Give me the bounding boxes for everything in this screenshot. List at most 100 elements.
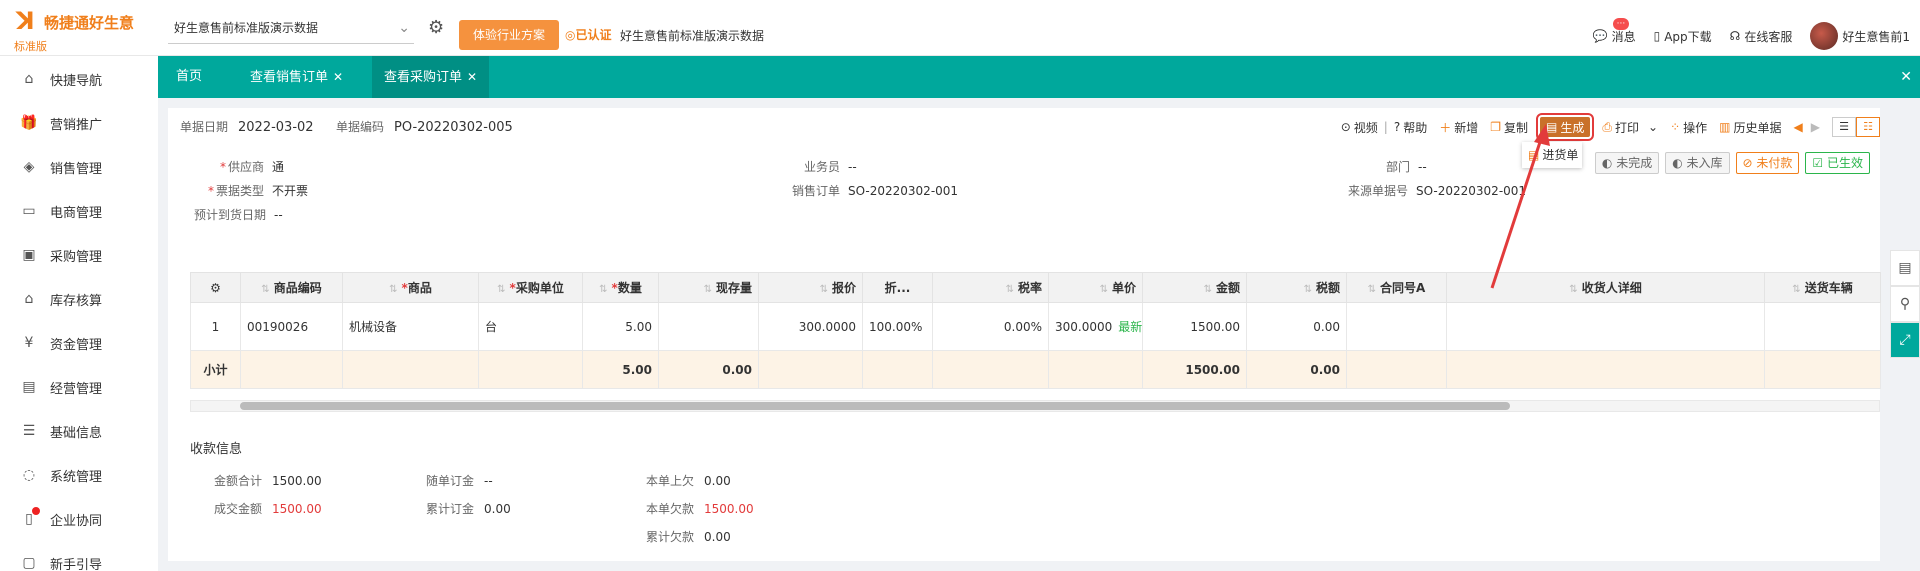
total-amount: 金额合计 1500.00 (214, 474, 322, 488)
status-badge-unpaid: ⊘ 未付款 (1735, 152, 1800, 174)
generate-button[interactable]: ▤ 生成 (1536, 113, 1595, 141)
sidebar-item-funds[interactable]: ¥ 资金管理 (0, 328, 158, 358)
col-amount[interactable]: ⇅ 金额 (1142, 272, 1247, 303)
generate-dropdown: ▤ 进货单 (1522, 142, 1582, 168)
tab-home[interactable]: 首页 (164, 56, 214, 98)
sales-order-field[interactable]: 销售订单 SO-20220302-001 (792, 182, 958, 199)
prev-arrow-icon[interactable]: ◀ (1794, 120, 1803, 134)
sidebar-item-quick-nav[interactable]: ⌂ 快捷导航 (0, 64, 158, 94)
sidebar-item-inventory[interactable]: ⌂ 库存核算 (0, 284, 158, 314)
video-button[interactable]: ⊙ 视频 (1341, 119, 1378, 136)
tab-bar: 首页 查看销售订单 ✕ 查看采购订单 ✕ ✕ (158, 56, 1920, 98)
cell-tax[interactable]: 0.00 (1246, 302, 1347, 351)
sidebar-item-collab[interactable]: ▯ 企业协同 (0, 504, 158, 534)
sidebar-item-guide[interactable]: ▢ 新手引导 (0, 548, 158, 571)
col-price[interactable]: ⇅ 单价 (1048, 272, 1143, 303)
sidebar-item-ecommerce[interactable]: ▭ 电商管理 (0, 196, 158, 226)
cell-product[interactable]: 机械设备 (342, 302, 479, 351)
supplier-field[interactable]: * 供应商通 (220, 158, 284, 175)
copy-icon: ❐ (1490, 120, 1502, 134)
sidebar-item-basic-info[interactable]: ☰ 基础信息 (0, 416, 158, 446)
sidebar-item-business[interactable]: ▤ 经营管理 (0, 372, 158, 402)
gear-icon[interactable]: ⚙ (428, 18, 444, 38)
next-arrow-icon[interactable]: ▶ (1811, 120, 1820, 134)
arrival-date-field[interactable]: 预计到货日期 -- (194, 206, 283, 223)
gift-icon: 🎁 (20, 115, 38, 131)
col-contract[interactable]: ⇅ 合同号A (1346, 272, 1447, 303)
close-icon[interactable]: ✕ (333, 70, 343, 84)
certified-badge: ◎已认证 (565, 28, 612, 42)
cell-amount[interactable]: 1500.00 (1142, 302, 1247, 351)
print-button[interactable]: ⎙ 打印 ⌄ (1602, 119, 1658, 136)
new-button[interactable]: ＋新增 (1439, 119, 1478, 136)
history-button[interactable]: ▥ 历史单据 (1719, 119, 1781, 136)
cell-discount[interactable]: 100.00% (862, 302, 933, 351)
sidebar-item-purchase[interactable]: ▣ 采购管理 (0, 240, 158, 270)
link-icon[interactable]: ⚲ (1890, 286, 1920, 322)
salesman-field[interactable]: 业务员 -- (804, 158, 857, 175)
detail-view-icon[interactable]: ☷ (1856, 117, 1880, 137)
user-menu[interactable]: 好生意售前1 (1810, 22, 1910, 50)
latest-price-link[interactable]: 最新 (1118, 320, 1141, 334)
table-row[interactable]: 1 00190026 机械设备 台 5.00 300.0000 100.00% … (190, 302, 1881, 351)
form-icon[interactable]: ▤ (1890, 250, 1920, 286)
table-header-row: ⚙ ⇅ 商品编码 ⇅ *商品 ⇅ *采购单位 ⇅ *数量 ⇅ 现存量 ⇅ 报价 折... ⇅… (190, 272, 1881, 303)
user-name: 好生意售前1 (1842, 29, 1910, 44)
generate-item-purchase-receipt[interactable]: 进货单 (1542, 148, 1578, 162)
messages-button[interactable]: 💬 ··· 消息 (1593, 17, 1636, 45)
circle-icon: ◐ (1601, 156, 1617, 170)
close-all-tabs-icon[interactable]: ✕ (1900, 56, 1912, 98)
cell-unit[interactable]: 台 (478, 302, 583, 351)
cell-quantity[interactable]: 5.00 (582, 302, 659, 351)
operate-button[interactable]: ⁘ 操作 (1670, 119, 1707, 136)
cell-receiver[interactable] (1446, 302, 1765, 351)
play-icon: ⊙ (1340, 120, 1351, 134)
notification-dot (32, 507, 40, 515)
sidebar-item-marketing[interactable]: 🎁 营销推广 (0, 108, 158, 138)
home-icon: ⌂ (24, 71, 34, 87)
horizontal-scrollbar[interactable] (240, 402, 1510, 410)
help-icon: ? (1393, 120, 1401, 134)
subtotal-quantity: 5.00 (582, 350, 659, 389)
copy-button[interactable]: ❐ 复制 (1490, 119, 1528, 136)
cell-vehicle[interactable] (1764, 302, 1881, 351)
col-unit[interactable]: ⇅ *采购单位 (478, 272, 583, 303)
toolbar: ⊙ 视频 | ? 帮助 ＋新增 ❐ 复制 ▤ 生成 ⎙ 打印 ⌄ ⁘ 操作 ▥ 历史单据 ◀ ▶… (1329, 113, 1880, 141)
col-product[interactable]: ⇅ *商品 (342, 272, 479, 303)
app-download-button[interactable]: ▯ App下载 (1654, 28, 1712, 45)
cell-tax-rate[interactable]: 0.00% (932, 302, 1049, 351)
cell-contract[interactable] (1346, 302, 1447, 351)
col-tax[interactable]: ⇅ 税额 (1246, 272, 1347, 303)
col-vehicle[interactable]: ⇅ 送货车辆 (1764, 272, 1881, 303)
close-icon[interactable]: ✕ (467, 70, 477, 84)
logo-mark-icon: ꓘ (16, 7, 35, 35)
col-discount[interactable]: 折... (862, 272, 933, 303)
department-field[interactable]: 部门 -- (1386, 158, 1427, 175)
col-product-code[interactable]: ⇅ 商品编码 (240, 272, 343, 303)
cell-quote[interactable]: 300.0000 (758, 302, 863, 351)
tab-purchase-order[interactable]: 查看采购订单 ✕ (372, 56, 490, 98)
list-view-icon[interactable]: ☰ (1832, 117, 1856, 137)
column-settings-icon[interactable]: ⚙ (190, 272, 241, 303)
online-service-button[interactable]: ☊ 在线客服 (1730, 28, 1793, 45)
sidebar-item-system[interactable]: ◌ 系统管理 (0, 460, 158, 490)
trial-industry-button[interactable]: 体验行业方案 (459, 20, 559, 50)
expand-icon[interactable]: ⤢ (1890, 322, 1920, 358)
help-button[interactable]: ? 帮助 (1394, 119, 1427, 136)
top-right-actions: 💬 ··· 消息 ▯ App下载 ☊ 在线客服 好生意售前1 (1593, 17, 1910, 54)
source-doc-field[interactable]: 来源单据号 SO-20220302-001 (1348, 182, 1526, 199)
col-quantity[interactable]: ⇅ *数量 (582, 272, 659, 303)
cell-price[interactable]: 300.0000 最新 (1048, 302, 1143, 351)
col-quote[interactable]: ⇅ 报价 (758, 272, 863, 303)
plus-icon: ＋ (1439, 120, 1452, 135)
invoice-type-field[interactable]: * 票据类型 不开票 (208, 182, 308, 199)
col-stock[interactable]: ⇅ 现存量 (658, 272, 759, 303)
brand-logo[interactable]: ꓘ 畅捷通好生意 标准版 (10, 6, 160, 53)
col-tax-rate[interactable]: ⇅ 税率 (932, 272, 1049, 303)
account-select[interactable]: 好生意售前标准版演示数据 ⌄ (168, 12, 414, 44)
cell-product-code[interactable]: 00190026 (240, 302, 343, 351)
sidebar-item-sales[interactable]: ◈ 销售管理 (0, 152, 158, 182)
col-receiver[interactable]: ⇅ 收货人详细 (1446, 272, 1765, 303)
shop-icon: ▭ (22, 203, 36, 219)
tab-sales-order[interactable]: 查看销售订单 ✕ (238, 56, 355, 98)
